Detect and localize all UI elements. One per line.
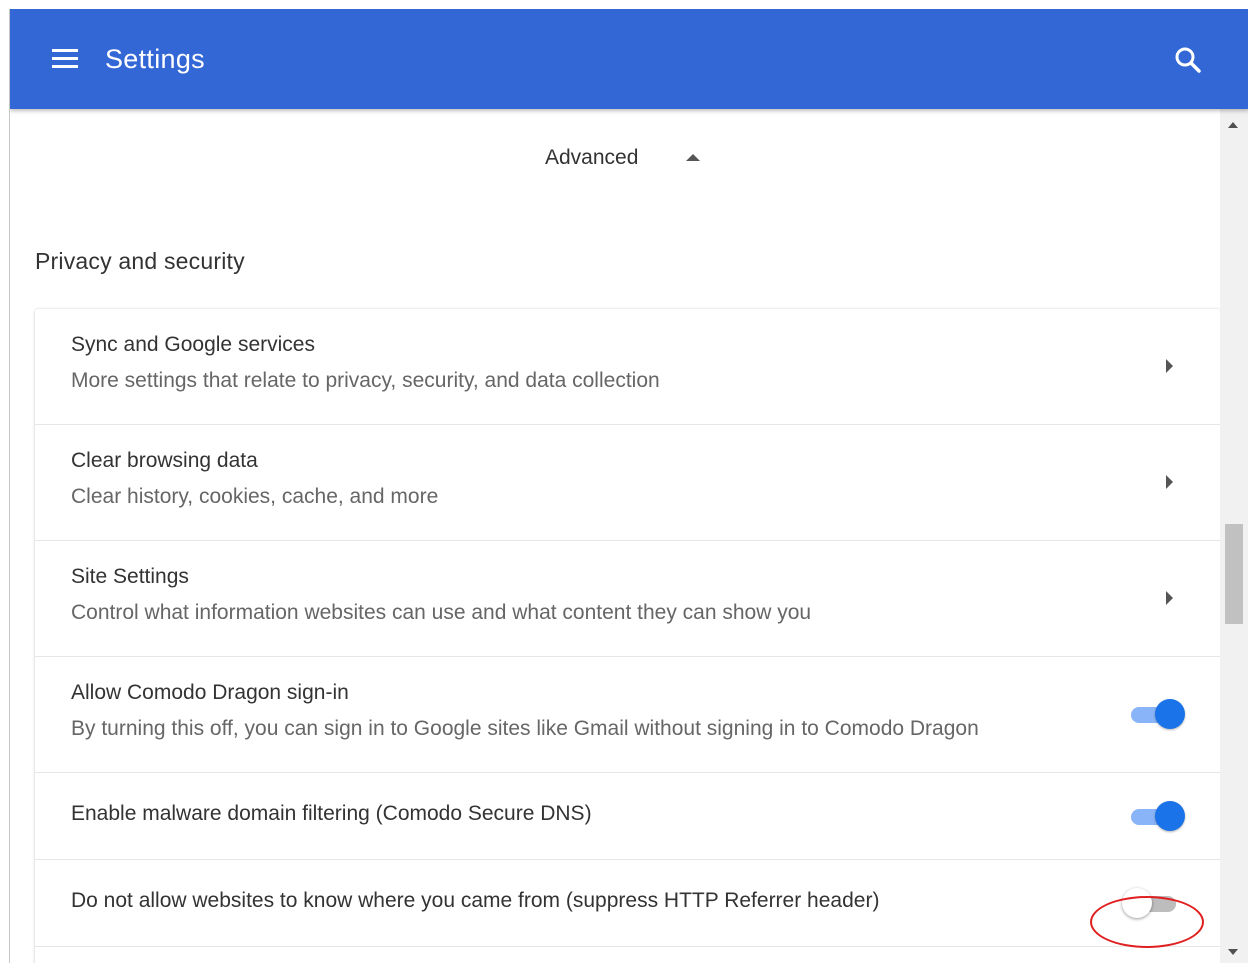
- malware-filtering-toggle[interactable]: [1125, 801, 1185, 831]
- chevron-right-icon: [1166, 591, 1173, 605]
- setting-subtitle: By turning this off, you can sign in to …: [71, 717, 979, 740]
- scroll-down-arrow-icon[interactable]: [1228, 949, 1238, 955]
- setting-row-suppress-referrer: Do not allow websites to know where you …: [35, 860, 1220, 947]
- caret-up-icon: [686, 154, 700, 161]
- scrollbar-thumb[interactable]: [1225, 524, 1243, 624]
- setting-title: Allow Comodo Dragon sign-in: [71, 681, 349, 704]
- setting-title: Enable malware domain filtering (Comodo …: [71, 802, 592, 825]
- setting-title: Site Settings: [71, 565, 189, 588]
- toggle-knob: [1155, 699, 1185, 729]
- advanced-toggle[interactable]: Advanced: [510, 146, 710, 176]
- settings-header: Settings: [10, 9, 1248, 109]
- settings-content: Advanced Privacy and security Sync and G…: [10, 109, 1220, 963]
- privacy-settings-card: Sync and Google services More settings t…: [35, 309, 1220, 963]
- search-icon[interactable]: [1172, 44, 1204, 76]
- setting-title: Sync and Google services: [71, 333, 315, 356]
- toggle-knob: [1155, 801, 1185, 831]
- scroll-up-arrow-icon[interactable]: [1228, 122, 1238, 128]
- settings-window: Settings Advanced Privacy and security S…: [9, 9, 1248, 963]
- setting-row-allow-sign-in: Allow Comodo Dragon sign-in By turning t…: [35, 657, 1220, 773]
- setting-subtitle: More settings that relate to privacy, se…: [71, 369, 660, 392]
- setting-title: Do not allow websites to know where you …: [71, 889, 880, 912]
- setting-row-malware-filtering: Enable malware domain filtering (Comodo …: [35, 773, 1220, 860]
- setting-title: Clear browsing data: [71, 449, 258, 472]
- setting-subtitle: Control what information websites can us…: [71, 601, 812, 624]
- chevron-right-icon: [1166, 359, 1173, 373]
- setting-row-sync[interactable]: Sync and Google services More settings t…: [35, 309, 1220, 425]
- vertical-scrollbar[interactable]: [1220, 109, 1248, 963]
- chevron-right-icon: [1166, 475, 1173, 489]
- toggle-knob: [1122, 888, 1152, 918]
- allow-sign-in-toggle[interactable]: [1125, 699, 1185, 729]
- setting-row-site-settings[interactable]: Site Settings Control what information w…: [35, 541, 1220, 657]
- setting-subtitle: Clear history, cookies, cache, and more: [71, 485, 439, 508]
- advanced-label: Advanced: [545, 146, 639, 169]
- suppress-referrer-toggle[interactable]: [1122, 888, 1182, 918]
- page-title: Settings: [105, 44, 205, 74]
- section-title-privacy: Privacy and security: [35, 248, 245, 274]
- hamburger-menu-icon[interactable]: [50, 47, 80, 71]
- setting-row-clear-browsing-data[interactable]: Clear browsing data Clear history, cooki…: [35, 425, 1220, 541]
